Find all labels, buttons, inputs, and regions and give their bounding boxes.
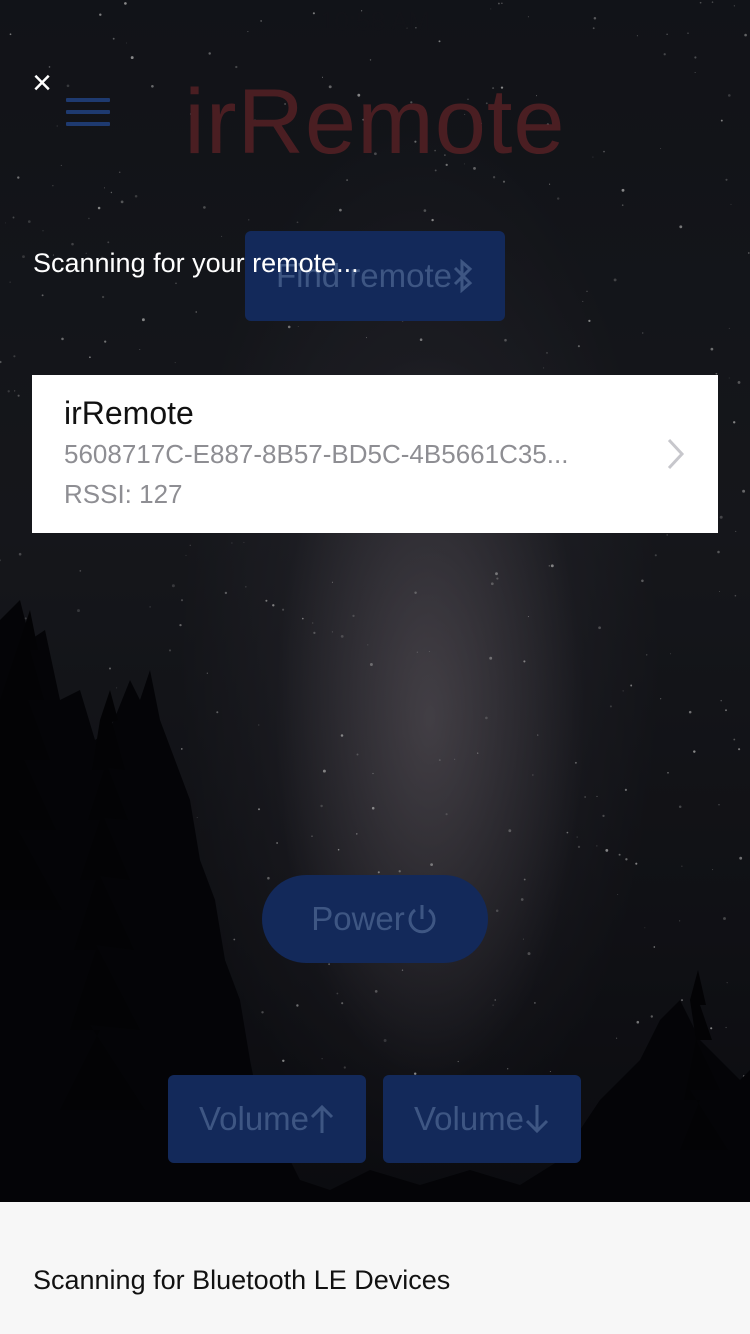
chevron-right-icon bbox=[667, 438, 685, 470]
power-label: Power bbox=[311, 900, 405, 937]
power-button[interactable]: Power bbox=[262, 875, 488, 963]
device-name: irRemote bbox=[64, 395, 194, 431]
device-rssi: RSSI: 127 bbox=[64, 479, 183, 509]
scanning-heading: Scanning for your remote... bbox=[33, 248, 359, 278]
device-identifier: 5608717C-E887-8B57-BD5C-4B5661C35... bbox=[64, 439, 569, 469]
footer-status-text: Scanning for Bluetooth LE Devices bbox=[33, 1265, 451, 1295]
device-list-item[interactable]: irRemote 5608717C-E887-8B57-BD5C-4B5661C… bbox=[32, 375, 718, 533]
arrow-up-icon bbox=[310, 1104, 334, 1133]
app-title: irRemote bbox=[184, 71, 566, 173]
close-icon[interactable]: × bbox=[28, 66, 56, 100]
status-bar-time: 10:58 AM bbox=[320, 6, 430, 36]
scan-status-footer: Scanning for Bluetooth LE Devices bbox=[0, 1202, 750, 1334]
arrow-down-icon bbox=[525, 1105, 549, 1134]
modal-dim-overlay bbox=[0, 0, 750, 1334]
volume-down-label: Volume bbox=[413, 1100, 525, 1137]
bluetooth-icon bbox=[453, 259, 473, 293]
volume-up-label: Volume bbox=[198, 1100, 310, 1137]
volume-down-button[interactable]: Volume bbox=[383, 1075, 581, 1163]
volume-up-button[interactable]: Volume bbox=[168, 1075, 366, 1163]
power-icon bbox=[408, 905, 436, 934]
